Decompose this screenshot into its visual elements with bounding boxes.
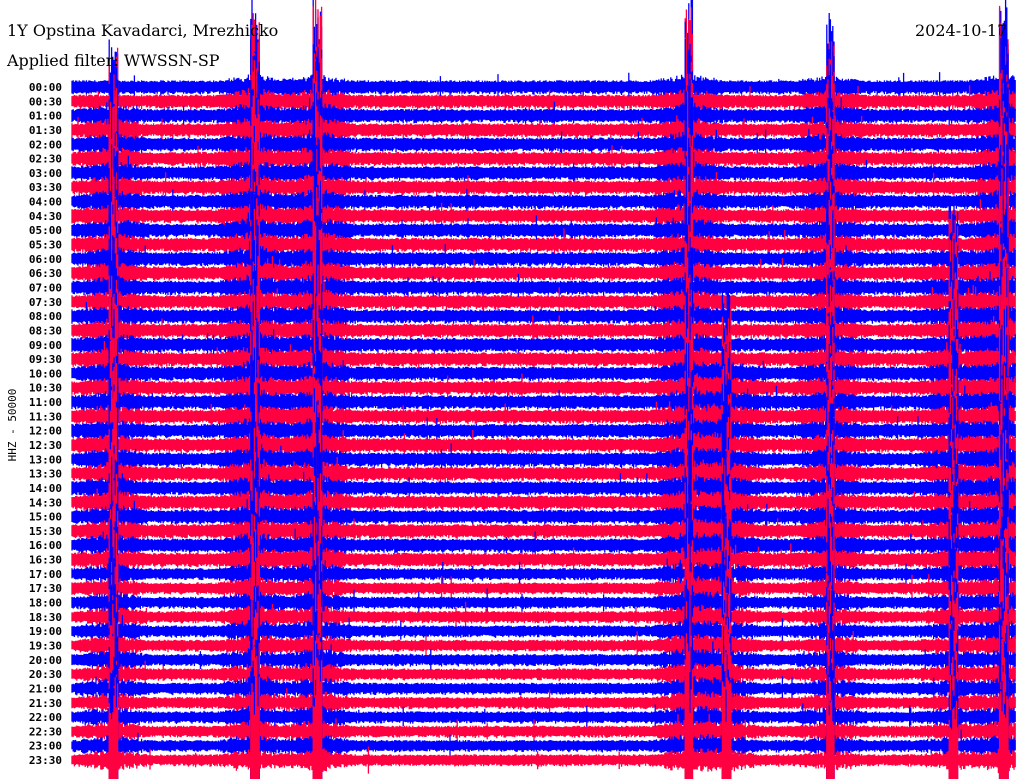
row-label: 10:30 (29, 382, 62, 395)
row-label: 18:30 (29, 611, 62, 624)
row-label: 19:00 (29, 625, 62, 638)
row-label: 16:30 (29, 554, 62, 567)
station-title: 1Y Opstina Kavadarci, Mrezhicko (7, 21, 279, 40)
row-label: 14:00 (29, 482, 62, 495)
row-label: 09:30 (29, 353, 62, 366)
row-label: 20:00 (29, 654, 62, 667)
row-label: 12:30 (29, 439, 62, 452)
row-label: 22:30 (29, 725, 62, 738)
row-label: 01:00 (29, 110, 62, 123)
row-label: 19:30 (29, 639, 62, 652)
row-label: 00:00 (29, 81, 62, 94)
row-label: 23:30 (29, 754, 62, 767)
row-label: 14:30 (29, 496, 62, 509)
row-label: 05:30 (29, 239, 62, 252)
row-label: 15:00 (29, 511, 62, 524)
row-label: 12:00 (29, 425, 62, 438)
row-label: 07:30 (29, 296, 62, 309)
row-label: 13:30 (29, 468, 62, 481)
row-label: 21:30 (29, 697, 62, 710)
row-label: 02:30 (29, 153, 62, 166)
row-label: 05:00 (29, 224, 62, 237)
row-label: 01:30 (29, 124, 62, 137)
row-label: 23:00 (29, 740, 62, 753)
date-label: 2024-10-17 (915, 21, 1008, 40)
row-label: 08:30 (29, 324, 62, 337)
row-label: 11:30 (29, 410, 62, 423)
row-label: 00:30 (29, 95, 62, 108)
row-label: 02:00 (29, 138, 62, 151)
row-label: 22:00 (29, 711, 62, 724)
row-label: 07:00 (29, 281, 62, 294)
trace-row-2200 (71, 612, 1016, 779)
row-label: 03:00 (29, 167, 62, 180)
row-label: 17:00 (29, 568, 62, 581)
row-label: 11:00 (29, 396, 62, 409)
row-label: 15:30 (29, 525, 62, 538)
row-label: 08:00 (29, 310, 62, 323)
row-label: 16:00 (29, 539, 62, 552)
row-label: 21:00 (29, 682, 62, 695)
row-label: 10:00 (29, 367, 62, 380)
row-label: 06:00 (29, 253, 62, 266)
row-label: 04:30 (29, 210, 62, 223)
row-label: 04:00 (29, 196, 62, 209)
row-label: 17:30 (29, 582, 62, 595)
row-label: 13:00 (29, 453, 62, 466)
y-axis-label: HHZ - 50000 (6, 389, 19, 462)
helicorder-plot: 00:0000:30 01:0001:3002:00 02:3003:0003:30… (6, 0, 1016, 779)
row-label: 03:30 (29, 181, 62, 194)
row-label: 20:30 (29, 668, 62, 681)
filter-label: Applied filter: WWSSN-SP (7, 51, 220, 70)
row-label: 18:00 (29, 597, 62, 610)
row-label: 06:30 (29, 267, 62, 280)
row-label: 09:00 (29, 339, 62, 352)
helicorder-page: 00:00 00:30 01:00 01:30 02:00 02:30 03:00 03:30… (0, 0, 1024, 780)
